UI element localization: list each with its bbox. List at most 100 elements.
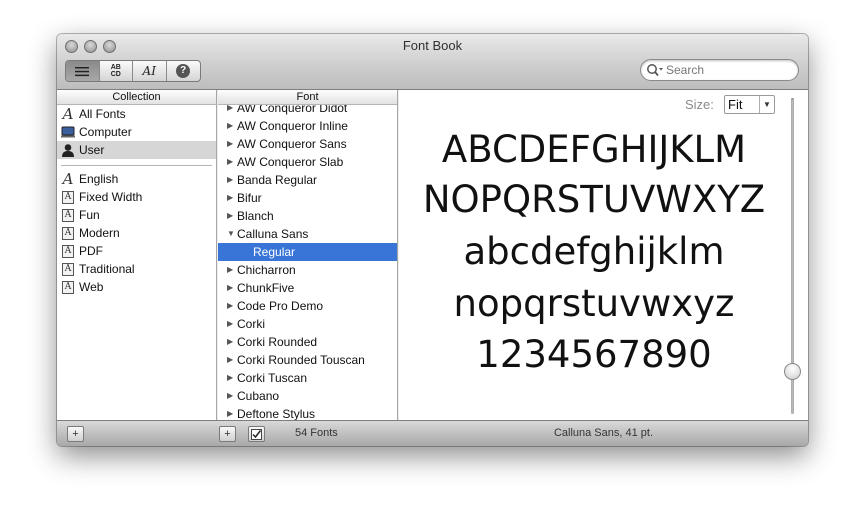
- font-family-row[interactable]: ▶ Corki Tuscan: [218, 369, 397, 387]
- collection-item-user[interactable]: User: [57, 141, 216, 159]
- disclosure-closed-icon[interactable]: ▶: [227, 333, 233, 351]
- collection-icon: A: [61, 244, 75, 258]
- font-family-row[interactable]: ▶ Chicharron: [218, 261, 397, 279]
- search-icon: [647, 64, 663, 77]
- window-title: Font Book: [402, 38, 463, 53]
- abcd-sample-button[interactable]: AB CD: [100, 61, 133, 81]
- disclosure-closed-icon[interactable]: ▶: [227, 279, 233, 297]
- disclosure-closed-icon[interactable]: ▶: [227, 387, 233, 405]
- font-family-row[interactable]: ▶ AW Conqueror Slab: [218, 153, 397, 171]
- collection-item-fun[interactable]: A Fun: [57, 206, 216, 224]
- font-row-label: AW Conqueror Inline: [237, 119, 348, 133]
- status-bar: + + 54 Fonts Calluna Sans, 41 pt.: [57, 420, 808, 446]
- collection-item-pdf[interactable]: A PDF: [57, 242, 216, 260]
- font-row-label: Chicharron: [237, 263, 296, 277]
- disclosure-closed-icon[interactable]: ▶: [227, 207, 233, 225]
- disclosure-closed-icon[interactable]: ▶: [227, 261, 233, 279]
- size-slider-knob[interactable]: [784, 363, 801, 380]
- font-family-row[interactable]: ▶ Corki Rounded: [218, 333, 397, 351]
- collection-item-modern[interactable]: A Modern: [57, 224, 216, 242]
- disclosure-open-icon[interactable]: ▼: [227, 225, 235, 243]
- collection-item-computer[interactable]: Computer: [57, 123, 216, 141]
- font-row-label: Calluna Sans: [237, 227, 309, 241]
- text-sample-button[interactable]: AI: [133, 61, 167, 81]
- add-collection-button[interactable]: +: [67, 426, 84, 442]
- font-family-row[interactable]: ▶ Corki Rounded Touscan: [218, 351, 397, 369]
- info-icon: ?: [176, 64, 191, 78]
- size-label: Size:: [685, 97, 714, 112]
- disclosure-closed-icon[interactable]: ▶: [227, 153, 233, 171]
- text-sample-icon: AI: [142, 64, 156, 78]
- user-icon: [61, 143, 75, 157]
- search-input[interactable]: [666, 62, 792, 78]
- collection-icon: A: [61, 280, 75, 294]
- checkbox-icon: [251, 429, 262, 440]
- chevron-down-icon: ▼: [759, 96, 774, 113]
- collection-icon: A: [61, 262, 75, 276]
- sample-digits: 1234567890: [476, 333, 712, 376]
- font-family-row[interactable]: ▼ Calluna Sans: [218, 225, 397, 243]
- collection-header[interactable]: Collection: [57, 90, 216, 105]
- collection-item-web[interactable]: A Web: [57, 278, 216, 296]
- font-family-row[interactable]: ▶ Bifur: [218, 189, 397, 207]
- abcd-sample-icon: AB CD: [110, 64, 121, 78]
- add-font-button[interactable]: +: [219, 426, 236, 442]
- font-row-label: Banda Regular: [237, 173, 318, 187]
- disclosure-closed-icon[interactable]: ▶: [227, 189, 233, 207]
- font-family-row[interactable]: ▶ Blanch: [218, 207, 397, 225]
- font-row-label: AW Conqueror Slab: [237, 155, 344, 169]
- font-row-label: Corki Rounded Touscan: [237, 353, 365, 367]
- font-family-row[interactable]: ▶ Cubano: [218, 387, 397, 405]
- font-family-row[interactable]: ▶ Corki: [218, 315, 397, 333]
- enable-font-button[interactable]: [248, 426, 265, 442]
- collection-icon: A: [61, 208, 75, 222]
- font-family-row[interactable]: ▶ AW Conqueror Inline: [218, 117, 397, 135]
- collection-item-traditional[interactable]: A Traditional: [57, 260, 216, 278]
- size-select[interactable]: Fit ▼: [724, 95, 775, 114]
- font-face-row[interactable]: Regular: [218, 243, 397, 261]
- list-view-icon: [75, 66, 90, 76]
- disclosure-closed-icon[interactable]: ▶: [227, 135, 233, 153]
- collection-item-all-fonts[interactable]: A All Fonts: [57, 105, 216, 123]
- info-button[interactable]: ?: [167, 61, 200, 81]
- disclosure-closed-icon[interactable]: ▶: [227, 315, 233, 333]
- selection-info: Calluna Sans, 41 pt.: [553, 427, 654, 439]
- collection-item-fixed-width[interactable]: A Fixed Width: [57, 188, 216, 206]
- sample-uppercase-2: NOPQRSTUVWXYZ: [422, 178, 766, 221]
- sample-lowercase-2: nopqrstuvwxyz: [453, 282, 735, 325]
- title-bar: Font Book AB CD AI ?: [57, 34, 808, 90]
- collection-icon: A: [61, 226, 75, 240]
- font-list[interactable]: ▶ AW Conqueror Didot ▶ AW Conqueror Inline ▶…: [218, 99, 397, 420]
- font-family-row[interactable]: ▶ Deftone Stylus: [218, 405, 397, 420]
- size-value: Fit: [728, 97, 743, 112]
- preview-mode-segmented-control[interactable]: AB CD AI ?: [65, 60, 201, 82]
- collection-icon: A: [61, 190, 75, 204]
- font-row-label: Deftone Stylus: [237, 407, 316, 420]
- disclosure-closed-icon[interactable]: ▶: [227, 117, 233, 135]
- disclosure-closed-icon[interactable]: ▶: [227, 369, 233, 387]
- disclosure-closed-icon[interactable]: ▶: [227, 351, 233, 369]
- font-row-label: ChunkFive: [237, 281, 295, 295]
- collection-item-english[interactable]: A English: [57, 170, 216, 188]
- computer-icon: [61, 125, 75, 139]
- font-row-label: Corki Tuscan: [237, 371, 308, 385]
- font-family-row[interactable]: ▶ ChunkFive: [218, 279, 397, 297]
- font-book-window: Font Book AB CD AI ? Search Collection A…: [57, 34, 808, 446]
- disclosure-closed-icon[interactable]: ▶: [227, 405, 233, 420]
- font-row-label: Code Pro Demo: [237, 299, 324, 313]
- font-family-row[interactable]: ▶ AW Conqueror Sans: [218, 135, 397, 153]
- disclosure-closed-icon[interactable]: ▶: [227, 171, 233, 189]
- font-header[interactable]: Font: [218, 90, 397, 105]
- search-field[interactable]: [640, 59, 799, 81]
- font-script-icon: A: [62, 170, 74, 188]
- disclosure-closed-icon[interactable]: ▶: [227, 297, 233, 315]
- collection-list: A All Fonts Computer User A English A Fi…: [57, 105, 216, 296]
- font-count: 54 Fonts: [295, 427, 338, 439]
- list-view-button[interactable]: [66, 61, 100, 81]
- font-row-label: Regular: [253, 245, 296, 259]
- font-row-label: Corki Rounded: [237, 335, 318, 349]
- font-family-row[interactable]: ▶ Code Pro Demo: [218, 297, 397, 315]
- sample-lowercase-1: abcdefghijklm: [463, 230, 725, 273]
- sample-uppercase-1: ABCDEFGHIJKLM: [441, 128, 747, 171]
- font-family-row[interactable]: ▶ Banda Regular: [218, 171, 397, 189]
